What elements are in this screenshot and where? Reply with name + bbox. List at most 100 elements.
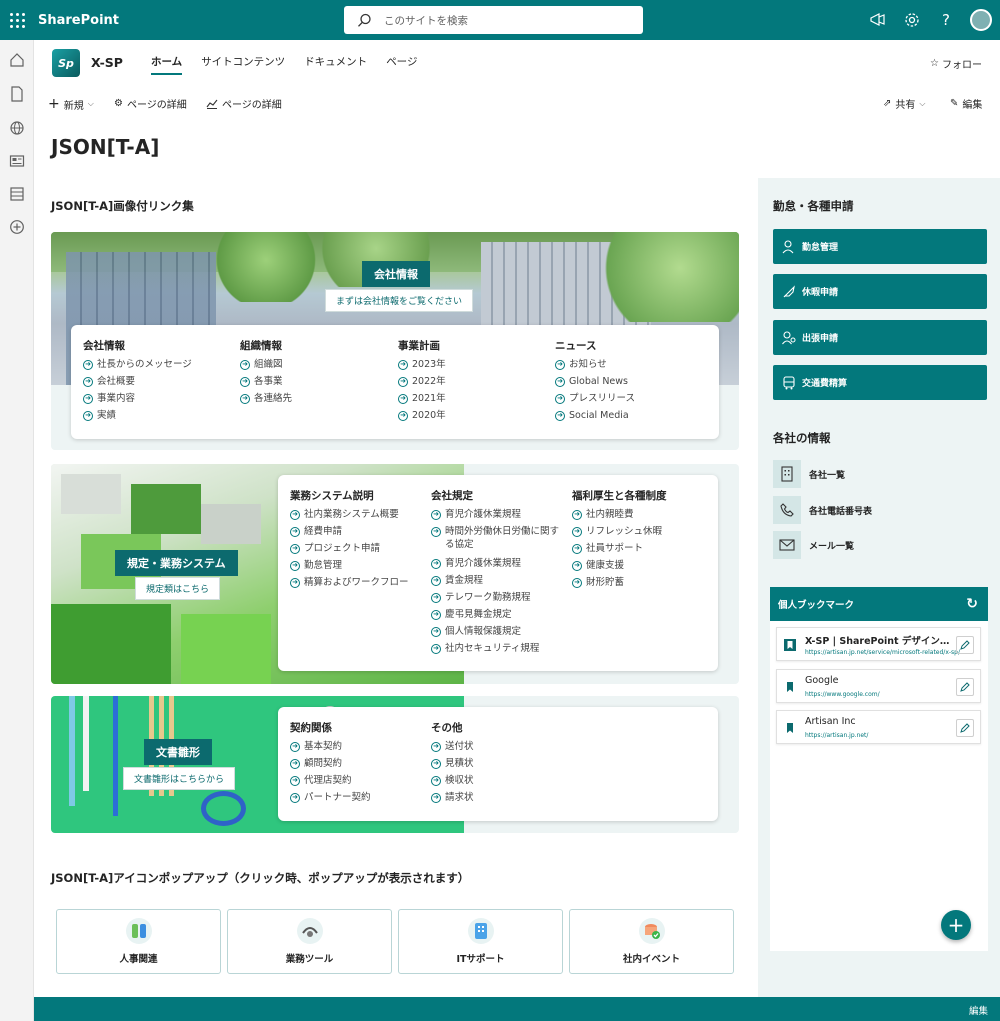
link-item[interactable]: ➜ リフレッシュ休暇 [572,526,667,543]
link-item[interactable]: ➜ 社内親睦費 [572,509,667,526]
bookmark-item[interactable]: Google https://www.google.com/ [776,669,981,703]
link-item[interactable]: ➜ 育児介護休業規程 [431,509,561,526]
document-templates-label[interactable]: 文書雛形 [144,739,212,765]
popup-label: ITサポート [456,954,505,965]
person-pin-icon [782,330,796,344]
link-item[interactable]: ➜ Global News [555,376,635,393]
mail-list-link[interactable]: メール一覧 [773,530,854,560]
document-templates-subtitle[interactable]: 文書雛形はこちらから [123,767,236,790]
arrow-right-icon: ➜ [398,377,408,387]
link-item[interactable]: ➜ 2020年 [398,410,446,427]
link-item[interactable]: ➜ お知らせ [555,359,635,376]
link-item[interactable]: ➜ 検収状 [431,775,474,792]
pencil-icon[interactable] [956,719,974,737]
link-item[interactable]: ➜ プレスリリース [555,393,635,410]
link-item[interactable]: ➜ 2023年 [398,359,446,376]
link-item[interactable]: ➜ 2022年 [398,376,446,393]
follow-button[interactable]: ☆ フォロー [930,56,982,71]
megaphone-icon[interactable] [868,10,888,30]
pencil-icon[interactable] [956,678,974,696]
brand-name[interactable]: SharePoint [38,13,119,28]
link-item[interactable]: ➜ 事業内容 [83,393,192,410]
link-item[interactable]: ➜ 会社概要 [83,376,192,393]
link-item[interactable]: ➜ 勤怠管理 [290,560,409,577]
link-item[interactable]: ➜ 慶弔見舞金規定 [431,609,561,626]
gear-icon[interactable] [902,10,922,30]
page-analytics-button[interactable]: ページの詳細 [206,96,282,111]
bookmark-item[interactable]: X-SP | SharePoint デザイン・機... https://arti… [776,627,981,661]
link-item[interactable]: ➜ 社内セキュリティ規程 [431,643,561,660]
app-launcher-icon[interactable] [0,0,34,40]
leave-request-button[interactable]: 休暇申請 [773,274,987,309]
link-item[interactable]: ➜ 育児介護休業規程 [431,558,561,575]
link-item[interactable]: ➜ 基本契約 [290,741,371,758]
column-heading: 業務システム説明 [290,490,374,502]
company-info-subtitle[interactable]: まずは会社情報をご覧ください [325,289,474,312]
link-item[interactable]: ➜ 組織図 [240,359,292,376]
arrow-right-icon: ➜ [572,578,582,588]
link-item[interactable]: ➜ 2021年 [398,393,446,410]
globe-icon[interactable] [9,120,25,136]
news-icon[interactable] [9,153,25,169]
link-item[interactable]: ➜ 顧問契約 [290,758,371,775]
link-item[interactable]: ➜ 財形貯蓄 [572,577,667,594]
link-item[interactable]: ➜ 各連絡先 [240,393,292,410]
link-item[interactable]: ➜ 社長からのメッセージ [83,359,192,376]
help-icon[interactable]: ? [936,10,956,30]
transport-expense-button[interactable]: 交通費精算 [773,365,987,400]
link-item[interactable]: ➜ 社員サポート [572,543,667,560]
company-list-link[interactable]: 各社一覧 [773,459,845,489]
site-name[interactable]: X-SP [91,55,123,70]
link-item[interactable]: ➜ 個人情報保護規定 [431,626,561,643]
link-item[interactable]: ➜ 時間外労働休日労働に関する協定 [431,526,561,558]
rules-systems-label[interactable]: 規定・業務システム [115,550,238,576]
document-icon[interactable] [9,86,25,102]
link-item[interactable]: ➜ 社内業務システム概要 [290,509,409,526]
link-item[interactable]: ➜ 経費申請 [290,526,409,543]
link-item[interactable]: ➜ 健康支援 [572,560,667,577]
link-item[interactable]: ➜ 送付状 [431,741,474,758]
edit-button[interactable]: ✎ 編集 [950,96,982,111]
search-input[interactable]: このサイトを検索 [344,6,643,34]
document-templates-card: 文書雛形 文書雛形はこちらから 契約関係 ➜ 基本契約 ➜ 顧問契約 ➜ 代理店契約 … [51,696,739,833]
link-item[interactable]: ➜ 請求状 [431,792,474,809]
popup-card-events[interactable]: 社内イベント [569,909,734,974]
link-item[interactable]: ➜ 精算およびワークフロー [290,577,409,594]
nav-site-contents[interactable]: サイトコンテンツ [201,54,285,75]
company-phone-link[interactable]: 各社電話番号表 [773,495,872,525]
pencil-icon[interactable] [956,636,974,654]
link-item[interactable]: ➜ Social Media [555,410,635,427]
nav-home[interactable]: ホーム [151,54,183,75]
rules-systems-subtitle[interactable]: 規定類はこちら [135,577,221,600]
avatar[interactable] [970,9,992,31]
add-icon[interactable] [9,219,25,235]
link-item[interactable]: ➜ 実績 [83,410,192,427]
company-info-label[interactable]: 会社情報 [362,261,430,287]
new-button[interactable]: + 新規 ⌵ [48,96,94,112]
column-heading: 会社情報 [83,340,125,352]
business-trip-button[interactable]: 出張申請 [773,320,987,355]
nav-pages[interactable]: ページ [386,54,417,75]
footer-edit-link[interactable]: 編集 [969,1003,988,1017]
link-item[interactable]: ➜ 各事業 [240,376,292,393]
popup-card-tools[interactable]: 業務ツール [227,909,392,974]
nav-documents[interactable]: ドキュメント [304,54,367,75]
mail-icon [773,531,801,559]
link-item[interactable]: ➜ 代理店契約 [290,775,371,792]
link-item[interactable]: ➜ テレワーク勤務規程 [431,592,561,609]
home-icon[interactable] [9,52,25,68]
popup-card-it-support[interactable]: ITサポート [398,909,563,974]
attendance-button[interactable]: 勤怠管理 [773,229,987,264]
link-item[interactable]: ➜ 賃金規程 [431,575,561,592]
page-details-button[interactable]: ⚙ ページの詳細 [114,96,187,111]
share-button[interactable]: ⇗ 共有 ⌵ [883,96,925,111]
site-logo[interactable]: Sp [52,49,80,77]
refresh-icon[interactable]: ↻ [966,596,978,612]
add-bookmark-button[interactable]: + [941,910,971,940]
link-item[interactable]: ➜ パートナー契約 [290,792,371,809]
bookmark-item[interactable]: Artisan Inc https://artisan.jp.net/ [776,710,981,744]
link-item[interactable]: ➜ プロジェクト申請 [290,543,409,560]
link-item[interactable]: ➜ 見積状 [431,758,474,775]
popup-card-hr[interactable]: 人事関連 [56,909,221,974]
list-icon[interactable] [9,186,25,202]
